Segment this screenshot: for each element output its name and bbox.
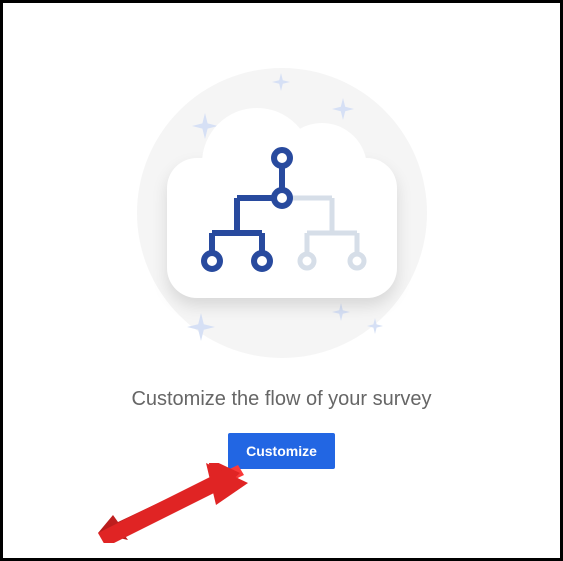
pointer-arrow-icon <box>98 463 248 543</box>
customize-button[interactable]: Customize <box>228 433 335 469</box>
sparkle-icon <box>332 303 350 321</box>
empty-state-heading: Customize the flow of your survey <box>131 388 431 411</box>
sparkle-icon <box>272 73 290 91</box>
empty-state-illustration <box>132 63 432 363</box>
sparkle-icon <box>332 98 354 120</box>
sparkle-icon <box>187 313 215 341</box>
sparkle-icon <box>367 318 383 334</box>
flow-tree-icon <box>167 143 397 293</box>
cloud-graphic <box>167 158 397 298</box>
